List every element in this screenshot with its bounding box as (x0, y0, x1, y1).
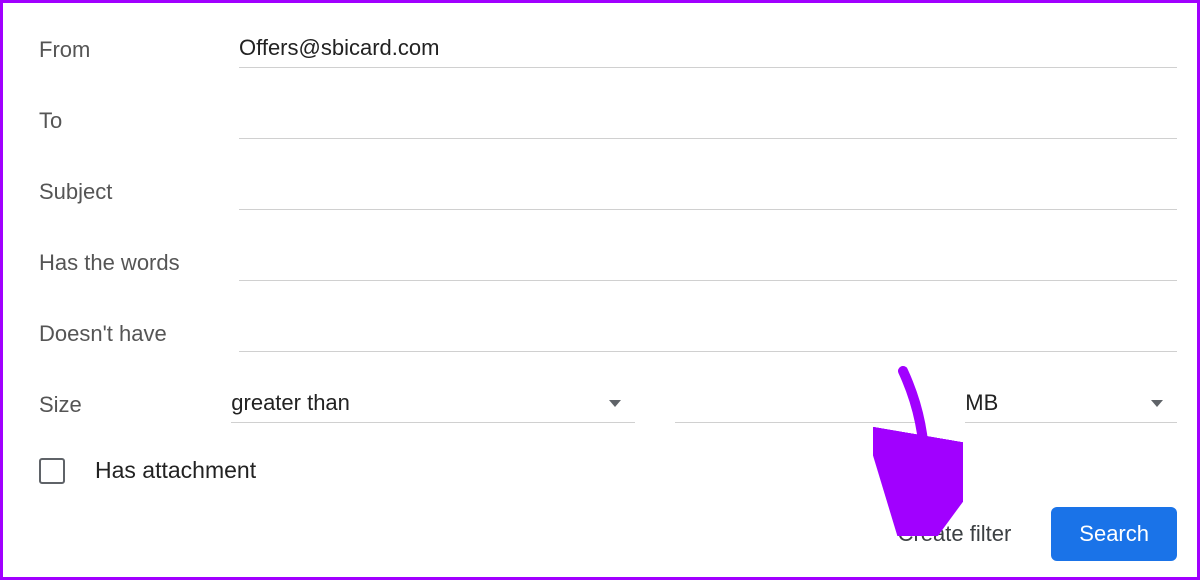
doesnt-have-label: Doesn't have (39, 321, 239, 347)
to-row: To (39, 102, 1177, 139)
has-words-row: Has the words (39, 244, 1177, 281)
from-row: From (39, 31, 1177, 68)
size-unit-value: MB (965, 390, 998, 416)
to-input[interactable] (239, 102, 1177, 139)
size-label: Size (39, 392, 231, 418)
subject-row: Subject (39, 173, 1177, 210)
caret-down-icon (609, 400, 621, 407)
has-attachment-row: Has attachment (39, 457, 1177, 484)
search-button[interactable]: Search (1051, 507, 1177, 561)
create-filter-button[interactable]: Create filter (898, 521, 1012, 547)
size-value-input[interactable] (675, 386, 925, 423)
from-input[interactable] (239, 31, 1177, 68)
caret-down-icon (1151, 400, 1163, 407)
size-row: Size greater than MB (39, 386, 1177, 423)
size-unit-select[interactable]: MB (965, 386, 1177, 423)
has-words-input[interactable] (239, 244, 1177, 281)
subject-label: Subject (39, 179, 239, 205)
from-label: From (39, 37, 239, 63)
has-words-label: Has the words (39, 250, 239, 276)
dialog-footer: Create filter Search (898, 507, 1177, 561)
size-comparator-select[interactable]: greater than (231, 386, 635, 423)
size-comparator-value: greater than (231, 390, 350, 416)
doesnt-have-row: Doesn't have (39, 315, 1177, 352)
has-attachment-label: Has attachment (95, 457, 256, 484)
subject-input[interactable] (239, 173, 1177, 210)
search-filter-dialog: From To Subject Has the words Doesn't ha… (0, 0, 1200, 580)
has-attachment-checkbox[interactable] (39, 458, 65, 484)
to-label: To (39, 108, 239, 134)
doesnt-have-input[interactable] (239, 315, 1177, 352)
